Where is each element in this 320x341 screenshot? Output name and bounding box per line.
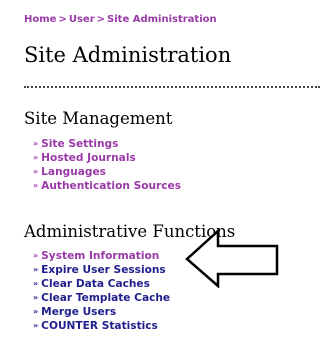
administrative-functions-list: » System Information » Expire User Session… — [33, 249, 170, 333]
list-item: » Expire User Sessions — [33, 263, 170, 277]
list-item: » Clear Template Cache — [33, 291, 170, 305]
bullet-icon: » — [33, 293, 39, 302]
bullet-icon: » — [33, 265, 39, 274]
breadcrumb-user-link[interactable]: User — [69, 14, 95, 25]
bullet-icon: » — [33, 139, 39, 148]
counter-statistics-link[interactable]: COUNTER Statistics — [41, 320, 158, 332]
list-item: » Site Settings — [33, 137, 181, 151]
authentication-sources-link[interactable]: Authentication Sources — [41, 180, 181, 192]
expire-user-sessions-link[interactable]: Expire User Sessions — [41, 264, 166, 276]
list-item: » Hosted Journals — [33, 151, 181, 165]
page-title: Site Administration — [24, 43, 232, 67]
bullet-icon: » — [33, 181, 39, 190]
list-item: » Clear Data Caches — [33, 277, 170, 291]
merge-users-link[interactable]: Merge Users — [41, 306, 116, 318]
list-item: » COUNTER Statistics — [33, 319, 170, 333]
title-divider — [24, 86, 320, 88]
list-item: » System Information — [33, 249, 170, 263]
system-information-link[interactable]: System Information — [41, 250, 159, 262]
breadcrumb: Home > User > Site Administration — [24, 14, 217, 25]
bullet-icon: » — [33, 279, 39, 288]
site-settings-link[interactable]: Site Settings — [41, 138, 118, 150]
list-item: » Authentication Sources — [33, 179, 181, 193]
clear-data-caches-link[interactable]: Clear Data Caches — [41, 278, 150, 290]
breadcrumb-home-link[interactable]: Home — [24, 14, 56, 25]
left-arrow-icon — [185, 228, 279, 288]
site-management-list: » Site Settings » Hosted Journals » Languag… — [33, 137, 181, 193]
bullet-icon: » — [33, 167, 39, 176]
site-management-heading: Site Management — [24, 109, 173, 128]
list-item: » Merge Users — [33, 305, 170, 319]
breadcrumb-separator: > — [58, 14, 67, 25]
languages-link[interactable]: Languages — [41, 166, 106, 178]
bullet-icon: » — [33, 307, 39, 316]
breadcrumb-current-link[interactable]: Site Administration — [107, 14, 217, 25]
bullet-icon: » — [33, 321, 39, 330]
bullet-icon: » — [33, 153, 39, 162]
bullet-icon: » — [33, 251, 39, 260]
clear-template-cache-link[interactable]: Clear Template Cache — [41, 292, 170, 304]
list-item: » Languages — [33, 165, 181, 179]
breadcrumb-separator: > — [96, 14, 106, 25]
hosted-journals-link[interactable]: Hosted Journals — [41, 152, 136, 164]
